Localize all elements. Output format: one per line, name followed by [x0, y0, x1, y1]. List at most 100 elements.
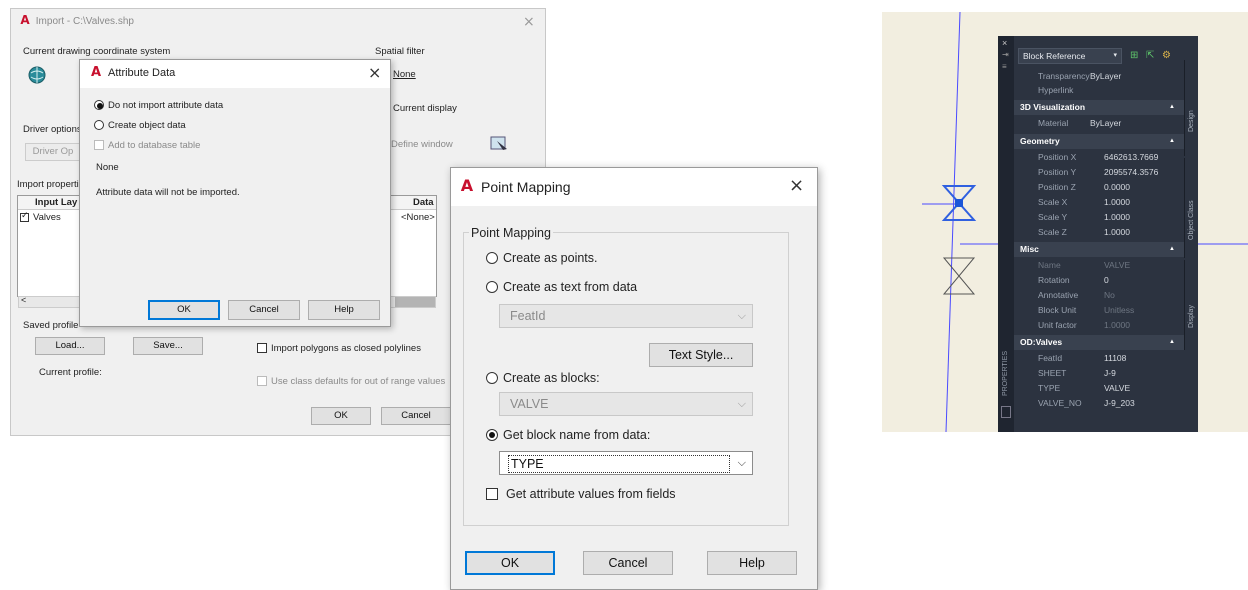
attr-values-checkbox[interactable] [486, 488, 498, 500]
attribute-cancel-button[interactable]: Cancel [228, 300, 300, 320]
layer-row-data[interactable]: <None> [401, 212, 435, 223]
point-mapping-ok-button[interactable]: OK [465, 551, 555, 575]
section-geometry[interactable]: Geometry ▲ [1014, 134, 1185, 149]
object-type-selector[interactable]: Block Reference ▾ [1018, 48, 1122, 64]
valve-block-selected-icon[interactable] [941, 185, 977, 221]
palette-toggle-icon[interactable] [1001, 406, 1011, 418]
section-misc[interactable]: Misc ▲ [1014, 242, 1185, 257]
block-combo[interactable]: VALVE ⌵ [499, 392, 753, 416]
autocad-logo-icon: A [20, 13, 30, 27]
saved-profile-label: Saved profile [23, 320, 79, 331]
palette-settings-icon[interactable]: ≡ [1002, 62, 1007, 71]
tab-object-class[interactable]: Object Class [1184, 158, 1198, 258]
checkmark-icon: ✓ [21, 210, 29, 220]
collapse-icon: ▲ [1169, 104, 1175, 110]
col-input-layer[interactable]: Input Lay [35, 197, 77, 208]
prop-row-position-y[interactable]: Position Y 2095574.3576 [1014, 165, 1185, 180]
prop-row-transparency[interactable]: Transparency ByLayer [1014, 69, 1185, 84]
no-import-radio[interactable] [94, 100, 104, 110]
attribute-close-button[interactable]: × [368, 64, 381, 82]
prop-row-hyperlink[interactable]: Hyperlink [1014, 83, 1185, 98]
point-mapping-help-button[interactable]: Help [707, 551, 797, 575]
valve-block-icon[interactable] [942, 257, 976, 295]
driver-options-label: Driver options [23, 124, 82, 135]
prop-row-valve-no[interactable]: VALVE_NO J-9_203 [1014, 396, 1185, 411]
cad-viewport[interactable]: × ⇥ ≡ Block Reference ▾ ⊞ ⇱ ⚙ Transparen… [882, 12, 1248, 432]
point-mapping-close-button[interactable]: × [789, 177, 804, 195]
section-3d-visualization[interactable]: 3D Visualization ▲ [1014, 100, 1185, 115]
chevron-down-icon: ▾ [1113, 52, 1117, 59]
chevron-down-icon: ⌵ [737, 310, 746, 322]
scroll-left-icon[interactable]: < [21, 295, 26, 305]
attribute-help-button[interactable]: Help [308, 300, 380, 320]
prop-row-annotative[interactable]: Annotative No [1014, 288, 1185, 303]
quick-select-icon[interactable]: ⚙ [1162, 50, 1171, 61]
text-style-button[interactable]: Text Style... [649, 343, 753, 367]
attribute-ok-button[interactable]: OK [148, 300, 220, 320]
current-profile-label: Current profile: [39, 367, 102, 378]
block-from-data-label: Get block name from data: [503, 428, 651, 442]
col-data[interactable]: Data [413, 197, 434, 208]
prop-row-position-x[interactable]: Position X 6462613.7669 [1014, 150, 1185, 165]
create-as-blocks-radio[interactable] [486, 372, 498, 384]
chevron-down-icon: ⌵ [737, 398, 746, 410]
prop-row-position-z[interactable]: Position Z 0.0000 [1014, 180, 1185, 195]
save-button[interactable]: Save... [133, 337, 203, 355]
prop-row-material[interactable]: Material ByLayer [1014, 116, 1185, 131]
load-button[interactable]: Load... [35, 337, 105, 355]
create-as-text-radio[interactable] [486, 281, 498, 293]
tab-design[interactable]: Design [1184, 60, 1198, 156]
import-polygons-checkbox[interactable] [257, 343, 267, 353]
prop-row-sheet[interactable]: SHEET J-9 [1014, 366, 1185, 381]
block-combo-value: VALVE [510, 397, 549, 411]
add-db-checkbox[interactable] [94, 140, 104, 150]
prop-row-featid[interactable]: FeatId 11108 [1014, 351, 1185, 366]
add-db-label: Add to database table [108, 140, 201, 151]
prop-row-scale-x[interactable]: Scale X 1.0000 [1014, 195, 1185, 210]
import-ok-button[interactable]: OK [311, 407, 371, 425]
text-field-combo[interactable]: FeatId ⌵ [499, 304, 753, 328]
prop-row-scale-z[interactable]: Scale Z 1.0000 [1014, 225, 1185, 240]
palette-close-icon[interactable]: × [1002, 38, 1007, 48]
create-as-points-label: Create as points. [503, 251, 598, 265]
block-from-data-radio[interactable] [486, 429, 498, 441]
collapse-icon: ▲ [1169, 339, 1175, 345]
section-od-valves[interactable]: OD:Valves ▲ [1014, 335, 1185, 350]
import-polygons-label: Import polygons as closed polylines [271, 343, 421, 354]
select-objects-icon[interactable]: ⇱ [1146, 50, 1154, 61]
spatial-none-option[interactable]: None [393, 69, 416, 80]
define-window-icon[interactable] [489, 133, 511, 153]
prop-row-name[interactable]: Name VALVE [1014, 258, 1185, 273]
palette-autohide-icon[interactable]: ⇥ [1002, 50, 1009, 59]
import-title-bar: A Import - C:\Valves.shp [17, 13, 134, 27]
attr-values-label: Get attribute values from fields [506, 487, 676, 501]
define-window-option[interactable]: Define window [391, 139, 453, 150]
point-mapping-title-bar: A Point Mapping × [451, 168, 817, 206]
attribute-title-bar: A Attribute Data × [80, 60, 390, 88]
palette-label: PROPERTIES [1002, 351, 1009, 396]
create-as-points-radio[interactable] [486, 252, 498, 264]
globe-icon[interactable] [27, 65, 47, 85]
scroll-thumb[interactable] [395, 297, 435, 307]
import-cancel-button[interactable]: Cancel [381, 407, 451, 425]
import-close-button[interactable]: × [523, 13, 535, 31]
data-field-combo[interactable]: TYPE ⌵ [499, 451, 753, 475]
attribute-info-text: Attribute data will not be imported. [96, 187, 240, 198]
tab-display[interactable]: Display [1184, 260, 1198, 350]
prop-row-unit-factor[interactable]: Unit factor 1.0000 [1014, 318, 1185, 333]
prop-row-block-unit[interactable]: Block Unit Unitless [1014, 303, 1185, 318]
driver-options-button[interactable]: Driver Op [25, 143, 81, 161]
create-object-data-radio[interactable] [94, 120, 104, 130]
point-mapping-cancel-button[interactable]: Cancel [583, 551, 673, 575]
current-display-option[interactable]: Current display [393, 103, 457, 114]
autocad-logo-icon: A [460, 176, 474, 195]
use-class-defaults-checkbox[interactable] [257, 376, 267, 386]
prop-row-rotation[interactable]: Rotation 0 [1014, 273, 1185, 288]
autocad-logo-icon: A [90, 65, 102, 80]
properties-palette: × ⇥ ≡ Block Reference ▾ ⊞ ⇱ ⚙ Transparen… [998, 36, 1198, 432]
point-mapping-title: Point Mapping [481, 179, 571, 195]
prop-row-scale-y[interactable]: Scale Y 1.0000 [1014, 210, 1185, 225]
toggle-pickadd-icon[interactable]: ⊞ [1130, 50, 1138, 61]
prop-row-type[interactable]: TYPE VALVE [1014, 381, 1185, 396]
point-mapping-dialog: A Point Mapping × Point Mapping Create a… [450, 167, 818, 590]
